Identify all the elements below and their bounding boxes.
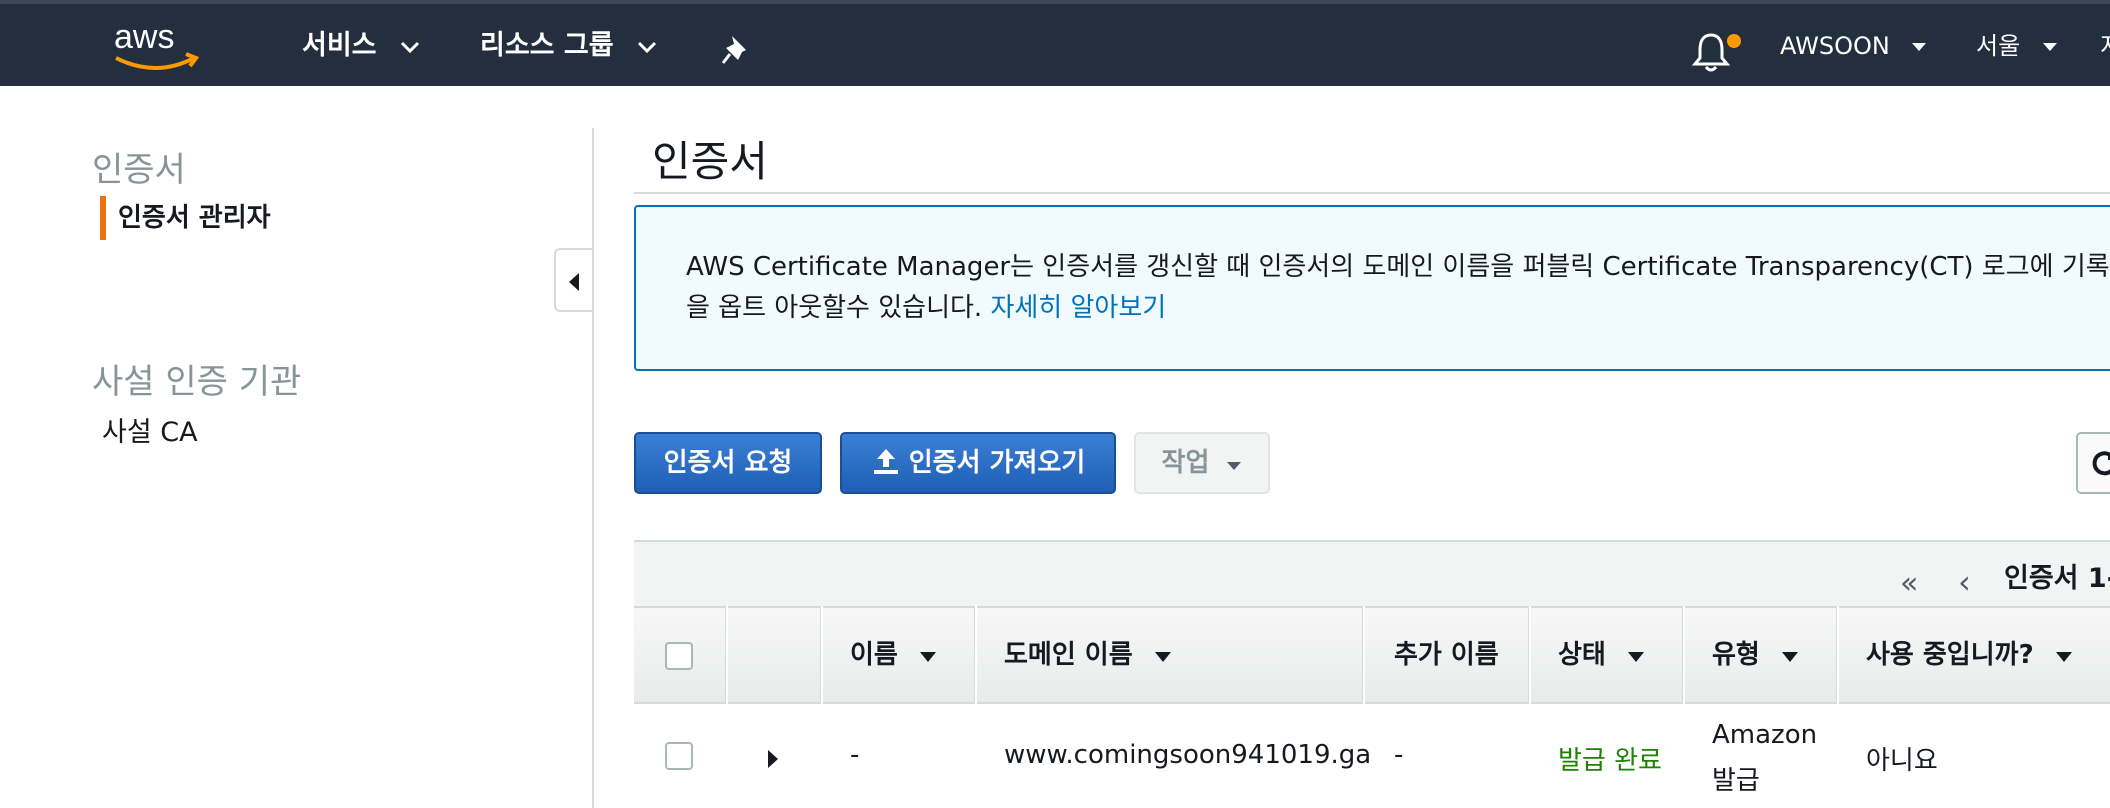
column-header-status-label: 상태: [1558, 640, 1606, 670]
support-menu[interactable]: 지: [2100, 26, 2110, 66]
column-header-additional-names: 추가 이름: [1394, 606, 1499, 704]
cell-name: -: [850, 740, 860, 770]
column-header-in-use[interactable]: 사용 중입니까?: [1866, 606, 2073, 704]
chevron-down-icon: [637, 41, 657, 53]
cell-type-line2: 발급: [1712, 766, 1760, 796]
request-certificate-button[interactable]: 인증서 요청: [634, 432, 822, 494]
refresh-button[interactable]: [2076, 432, 2110, 494]
column-header-type[interactable]: 유형: [1712, 606, 1799, 704]
sidebar-item-certificate-manager[interactable]: 인증서 관리자: [100, 196, 271, 240]
column-header-status[interactable]: 상태: [1558, 606, 1645, 704]
pin-icon[interactable]: [720, 32, 754, 66]
previous-page-icon[interactable]: ‹: [1958, 563, 1971, 601]
services-menu[interactable]: 서비스: [302, 26, 420, 66]
support-label: 지: [2100, 32, 2110, 60]
sidebar-heading-certificates: 인증서: [92, 150, 186, 190]
actions-label: 작업: [1161, 448, 1210, 478]
sort-caret-icon: [1627, 652, 1644, 662]
column-header-domain[interactable]: 도메인 이름: [1004, 606, 1172, 704]
sidebar-collapse-button[interactable]: [554, 248, 592, 312]
column-header-type-label: 유형: [1712, 640, 1760, 670]
pagination-label: 인증서 1-: [2004, 563, 2110, 594]
sort-caret-icon: [919, 652, 936, 662]
region-label: 서울: [1976, 32, 2021, 60]
account-label: AWSOON: [1780, 32, 1890, 60]
import-certificate-label: 인증서 가져오기: [908, 448, 1086, 478]
resource-groups-menu[interactable]: 리소스 그룹: [480, 26, 657, 66]
column-separator: [1528, 606, 1531, 704]
title-divider: [634, 192, 2110, 194]
account-menu[interactable]: AWSOON: [1780, 26, 1927, 66]
services-label: 서비스: [302, 30, 377, 61]
column-separator: [974, 606, 977, 704]
info-text-line1: AWS Certificate Manager는 인증서를 갱신할 때 인증서의…: [686, 252, 2110, 282]
column-header-additional-names-label: 추가 이름: [1394, 640, 1499, 670]
info-alert-text: AWS Certificate Manager는 인증서를 갱신할 때 인증서의…: [686, 247, 2110, 329]
region-menu[interactable]: 서울: [1976, 26, 2058, 66]
table-toolbar: [634, 540, 2110, 606]
sidebar-item-private-ca[interactable]: 사설 CA: [102, 410, 198, 449]
column-separator: [1682, 606, 1685, 704]
column-header-in-use-label: 사용 중입니까?: [1866, 640, 2034, 670]
cell-additional-names: -: [1394, 740, 1404, 770]
caret-down-icon: [1227, 462, 1242, 470]
learn-more-link[interactable]: 자세히 알아보기: [990, 293, 1166, 323]
top-navigation-bar: aws 서비스 리소스 그룹 AWSOON 서울 지: [0, 0, 2110, 86]
column-header-name-label: 이름: [850, 640, 898, 670]
first-page-icon[interactable]: «: [1900, 566, 1918, 601]
column-separator: [725, 606, 728, 704]
info-text-line2-container: 을 옵트 아웃할수 있습니다. 자세히 알아보기: [686, 288, 2110, 329]
cell-domain: www.comingsoon941019.ga: [1004, 740, 1372, 770]
cell-status: 발급 완료: [1558, 746, 1662, 776]
caret-down-icon: [1912, 43, 1927, 51]
select-all-checkbox[interactable]: [665, 642, 693, 670]
expand-row-icon[interactable]: [766, 748, 780, 770]
upload-icon: [873, 448, 898, 474]
sort-caret-icon: [1781, 652, 1798, 662]
notification-dot: [1727, 34, 1741, 48]
cell-in-use: 아니요: [1866, 746, 1938, 776]
row-select-checkbox[interactable]: [665, 742, 693, 770]
sort-caret-icon: [1154, 652, 1171, 662]
caret-down-icon: [2042, 43, 2057, 51]
refresh-icon: [2092, 451, 2110, 476]
cell-type-line1: Amazon: [1712, 720, 1818, 750]
column-separator: [820, 606, 823, 704]
column-separator: [1836, 606, 1839, 704]
info-alert: AWS Certificate Manager는 인증서를 갱신할 때 인증서의…: [634, 205, 2110, 371]
bell-icon[interactable]: [1690, 30, 1732, 74]
aws-logo-text: aws: [114, 18, 174, 56]
sort-caret-icon: [2055, 652, 2072, 662]
column-header-domain-label: 도메인 이름: [1004, 640, 1133, 670]
column-separator: [1362, 606, 1365, 704]
sidebar-heading-private-ca: 사설 인증 기관: [92, 362, 302, 402]
request-certificate-label: 인증서 요청: [663, 448, 793, 478]
import-certificate-button[interactable]: 인증서 가져오기: [840, 432, 1116, 494]
page-title: 인증서: [652, 137, 768, 186]
chevron-down-icon: [400, 41, 419, 53]
aws-logo[interactable]: aws: [110, 18, 206, 76]
actions-dropdown-button[interactable]: 작업: [1134, 432, 1270, 494]
column-header-name[interactable]: 이름: [850, 606, 937, 704]
resource-groups-label: 리소스 그룹: [480, 30, 614, 61]
caret-left-icon: [569, 273, 579, 291]
sidebar-divider: [592, 128, 594, 808]
info-text-line2: 을 옵트 아웃할수 있습니다.: [686, 293, 983, 323]
